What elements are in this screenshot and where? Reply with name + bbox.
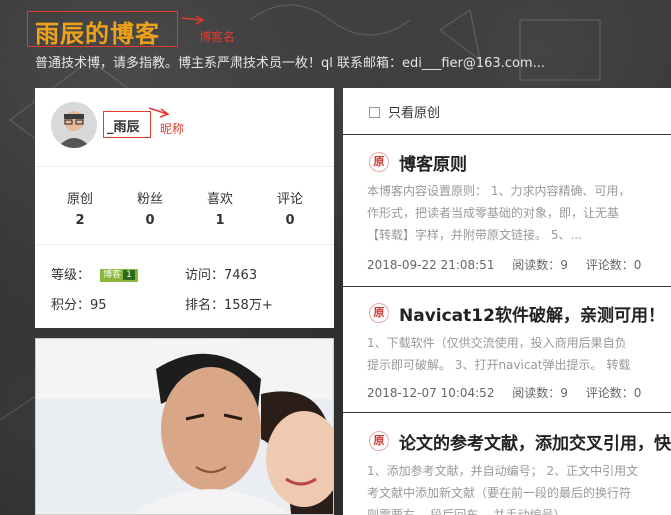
article-summary: 本博客内容设置原则： 1、力求内容精确、可用， xyxy=(367,184,631,198)
divider xyxy=(35,166,334,167)
blog-name-annotation: 博客名 xyxy=(199,30,236,44)
article-reads: 阅读数：9 xyxy=(512,386,568,400)
article-reads: 阅读数：9 xyxy=(512,258,568,272)
divider xyxy=(343,412,671,413)
blog-tagline: 普通技术博，请多指教。博主系严肃技术员一枚！ql 联系邮箱：edi___fier… xyxy=(35,56,545,71)
article-meta: 2018-12-07 10:04:52 阅读数：9 评论数：0 xyxy=(367,384,655,401)
divider xyxy=(343,286,671,287)
rank-value: 158万+ xyxy=(224,298,273,313)
article-date: 2018-12-07 10:04:52 xyxy=(367,386,495,400)
article-title[interactable]: Navicat12软件破解，亲测可用！ xyxy=(399,301,665,326)
visits-count: 7463 xyxy=(224,268,258,283)
level-info: 等级： 博客 1 xyxy=(51,264,138,283)
original-badge: 原 xyxy=(369,152,389,172)
level-label: 等级： xyxy=(51,268,91,283)
original-only-filter[interactable]: 只看原创 xyxy=(369,102,440,121)
stat-fans[interactable]: 粉丝 0 xyxy=(115,188,185,228)
stat-comments[interactable]: 评论 0 xyxy=(255,188,325,228)
rank-info: 排名：158万+ xyxy=(185,298,273,313)
nickname-annotation: 昵称 xyxy=(160,122,185,136)
divider xyxy=(343,134,671,135)
article-summary: 提示即可破解。 3、打开navicat弹出提示。 转载 xyxy=(367,358,631,372)
article-summary: 1、下载软件（仅供交流使用，投入商用后果自负 xyxy=(367,336,627,350)
filter-label: 只看原创 xyxy=(388,106,441,121)
article-summary: 作形式，把读者当成零基础的对象，即，让无基 xyxy=(367,206,620,220)
article-list: 只看原创 原 博客原则 本博客内容设置原则： 1、力求内容精确、可用， 作形式，… xyxy=(343,88,671,515)
nickname[interactable]: _雨辰 xyxy=(107,116,140,135)
stat-likes[interactable]: 喜欢 1 xyxy=(185,188,255,228)
points-info: 积分：95 xyxy=(51,298,107,313)
level-badge[interactable]: 博客 1 xyxy=(100,269,138,282)
original-badge: 原 xyxy=(369,303,389,323)
article-title[interactable]: 博客原则 xyxy=(399,150,467,175)
avatar[interactable] xyxy=(51,102,97,148)
article-summary: 1、添加参考文献，并自动编号； 2、正文中引用文 xyxy=(367,464,639,478)
article-summary: 考文献中添加新文献（要在前一段的最后的换行符 xyxy=(367,486,632,500)
article-comments: 评论数：0 xyxy=(585,258,642,272)
article-summary: 则需要右... 段后回车... 并手动编号） xyxy=(367,508,566,515)
sidebar-photo xyxy=(35,338,334,515)
profile-card: _雨辰 昵称 原创 2 粉丝 0 喜欢 1 评论 0 等级： 博客 1 访问：74… xyxy=(35,88,334,328)
original-only-checkbox[interactable] xyxy=(369,107,380,118)
profile-stats: 原创 2 粉丝 0 喜欢 1 评论 0 xyxy=(35,188,334,228)
stat-original[interactable]: 原创 2 xyxy=(45,188,115,228)
visits-info: 访问：7463 xyxy=(185,268,258,283)
article-date: 2018-09-22 21:08:51 xyxy=(367,258,495,272)
blog-title[interactable]: 雨辰的博客 xyxy=(35,14,160,49)
original-badge: 原 xyxy=(369,431,389,451)
article-meta: 2018-09-22 21:08:51 阅读数：9 评论数：0 xyxy=(367,256,655,273)
article-comments: 评论数：0 xyxy=(585,386,642,400)
article-summary: 【转载】字样，并附带原文链接。 5、... xyxy=(367,228,582,242)
divider xyxy=(35,244,334,245)
article-title[interactable]: 论文的参考文献，添加交叉引用，快 xyxy=(399,429,671,454)
points-count: 95 xyxy=(90,298,107,313)
